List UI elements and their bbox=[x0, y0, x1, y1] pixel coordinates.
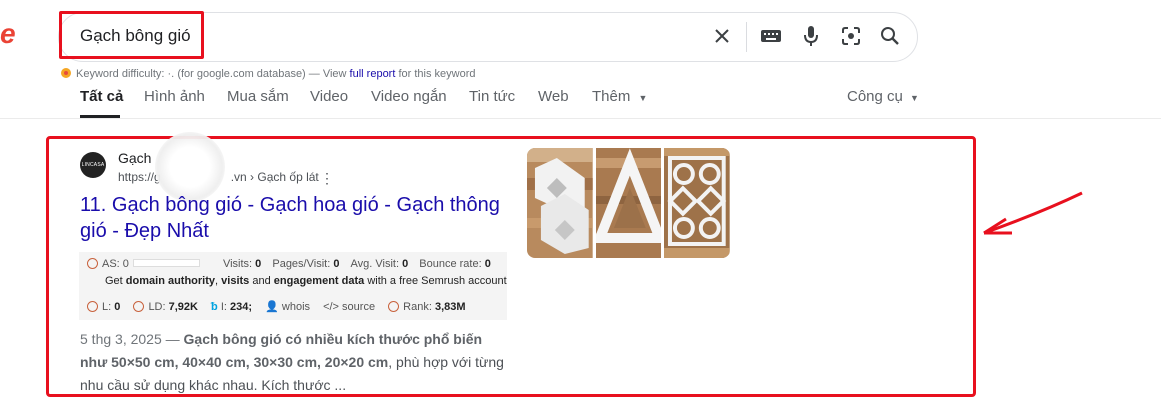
domain-authority-link[interactable]: domain authority bbox=[126, 275, 215, 287]
tab-web[interactable]: Web bbox=[538, 88, 569, 105]
tab-videos[interactable]: Video bbox=[310, 88, 348, 105]
visits-link[interactable]: visits bbox=[221, 275, 249, 287]
thumbnail-image-3[interactable] bbox=[664, 148, 730, 258]
semrush-badge-icon bbox=[60, 67, 72, 79]
keyboard-icon[interactable] bbox=[759, 24, 783, 48]
result-snippet: 5 thg 3, 2025 — Gạch bông gió có nhiều k… bbox=[80, 331, 504, 393]
caret-down-icon: ▼ bbox=[638, 93, 648, 103]
thumbnail-image-1[interactable] bbox=[527, 148, 593, 258]
query-highlight-annotation bbox=[59, 11, 204, 59]
site-favicon[interactable]: LINCASA bbox=[80, 152, 106, 178]
bing-icon: ᵬ bbox=[211, 301, 218, 313]
tab-shopping[interactable]: Mua sắm bbox=[227, 88, 289, 105]
semrush-row-traffic: AS: 0 Visits: 0 Pages/Visit: 0 Avg. Visi… bbox=[87, 258, 491, 270]
thumbnail-image-2[interactable] bbox=[595, 148, 662, 258]
tab-all[interactable]: Tất cả bbox=[80, 88, 123, 105]
semrush-note: Get domain authority, visits and engagem… bbox=[105, 275, 507, 287]
result-title-link[interactable]: 11. Gạch bông gió - Gạch hoa gió - Gạch … bbox=[80, 192, 510, 244]
keyword-difficulty: Keyword difficulty: ·. (for google.com d… bbox=[60, 67, 476, 80]
engagement-data-link[interactable]: engagement data bbox=[274, 275, 364, 287]
tab-images[interactable]: Hình ảnh bbox=[144, 88, 205, 105]
authority-score-bar bbox=[132, 259, 200, 267]
caret-down-icon: ▼ bbox=[910, 93, 919, 103]
tab-short-videos[interactable]: Video ngắn bbox=[371, 88, 447, 105]
lens-icon[interactable] bbox=[839, 24, 863, 48]
search-divider bbox=[746, 22, 747, 52]
result-thumbnails[interactable] bbox=[527, 148, 730, 258]
rank-icon bbox=[388, 301, 400, 312]
links-icon bbox=[87, 301, 98, 312]
tab-news[interactable]: Tin tức bbox=[469, 88, 515, 105]
semrush-row-links: L: 0 LD: 7,92K ᵬ I: 234; 👤 whois </> sou… bbox=[87, 300, 466, 313]
linking-domains-icon bbox=[133, 301, 145, 312]
microphone-icon[interactable] bbox=[799, 24, 823, 48]
red-arrow-annotation bbox=[983, 191, 1083, 235]
site-name[interactable]: Gạch bbox=[118, 150, 151, 166]
tabs-divider bbox=[0, 118, 1161, 119]
authority-score-icon bbox=[87, 258, 98, 269]
search-icon[interactable] bbox=[878, 24, 902, 48]
clear-icon[interactable] bbox=[710, 24, 734, 48]
whois-link[interactable]: whois bbox=[282, 301, 310, 313]
logo-fragment[interactable]: e bbox=[0, 18, 16, 50]
semrush-panel: AS: 0 Visits: 0 Pages/Visit: 0 Avg. Visi… bbox=[79, 252, 507, 320]
tools-button[interactable]: Công cụ ▼ bbox=[847, 88, 919, 105]
tab-more[interactable]: Thêm ▼ bbox=[592, 88, 647, 105]
full-report-link[interactable]: full report bbox=[350, 68, 396, 80]
whois-icon: 👤 bbox=[265, 301, 279, 313]
more-options-icon[interactable]: ⋮ bbox=[320, 170, 334, 187]
source-link[interactable]: source bbox=[342, 301, 375, 313]
source-code-icon: </> bbox=[323, 301, 339, 313]
